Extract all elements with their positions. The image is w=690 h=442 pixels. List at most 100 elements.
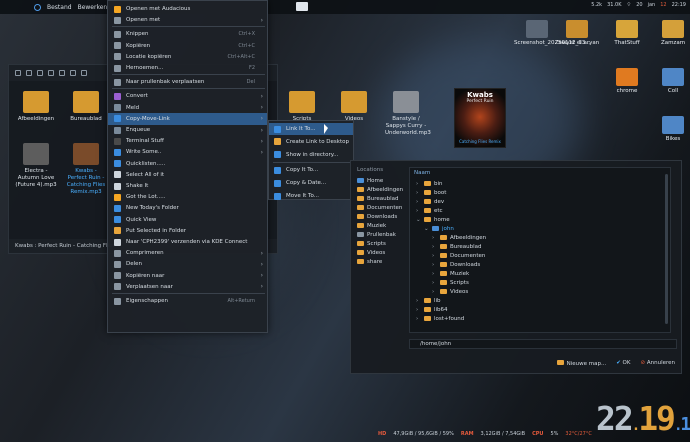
tree-row[interactable]: › Afbeeldingen (414, 233, 666, 242)
menu-item[interactable]: Put Selected in Folder (108, 225, 267, 237)
menu-item[interactable]: Locatie kopiëren Ctrl+Alt+C (108, 51, 267, 63)
menu-item[interactable]: Quick View (108, 214, 267, 226)
chevron-down-icon[interactable]: ⌄ (416, 217, 421, 223)
desktop-icon[interactable]: chrome (604, 68, 650, 95)
album-art-thumbnail[interactable]: Kwabs Perfect Ruin Catching Flies Remix (454, 88, 506, 148)
menu-item[interactable]: Quicklisten..... (108, 158, 267, 170)
file-tile[interactable]: Videos (333, 91, 375, 123)
menu-item[interactable]: Hernoemen... F2 (108, 62, 267, 74)
tree-row[interactable]: › bin (414, 179, 666, 188)
toolbar-icon[interactable] (15, 70, 21, 76)
wifi-icon[interactable]: ⌔ (627, 2, 632, 8)
tree-row[interactable]: › lost+found (414, 314, 666, 323)
chevron-right-icon[interactable]: › (416, 307, 421, 313)
tree-row[interactable]: › boot (414, 188, 666, 197)
toolbar-icon[interactable] (70, 70, 76, 76)
file-tile[interactable]: Scripts (281, 91, 323, 123)
chevron-right-icon[interactable]: › (416, 316, 421, 322)
clock-time[interactable]: 22:19 (672, 2, 686, 8)
menu-item[interactable]: Enqueue › (108, 124, 267, 136)
menu-item[interactable]: Openen met Audacious (108, 3, 267, 15)
window-thumbnail-icon[interactable] (296, 2, 308, 11)
tree-row[interactable]: › Downloads (414, 260, 666, 269)
chevron-right-icon[interactable]: › (432, 253, 437, 259)
location-item[interactable]: Home (357, 176, 409, 185)
tree-row[interactable]: › lib64 (414, 305, 666, 314)
location-item[interactable]: Muziek (357, 221, 409, 230)
path-input[interactable]: /home/john (409, 339, 677, 349)
menu-item[interactable]: Naar 'CPH2399' verzenden via KDE Connect (108, 236, 267, 248)
file-tile[interactable]: Kwabs - Perfect Ruin - Catching Flies Re… (65, 143, 107, 196)
file-tile[interactable]: Electra - Autumn Love (Future 4).mp3 (15, 143, 57, 189)
tree-row[interactable]: › Muziek (414, 269, 666, 278)
chevron-right-icon[interactable]: › (432, 289, 437, 295)
chevron-right-icon[interactable]: › (432, 262, 437, 268)
menu-item[interactable]: Naar prullenbak verplaatsen Del (108, 76, 267, 88)
location-item[interactable]: Afbeeldingen (357, 185, 409, 194)
submenu-item[interactable]: Create Link to Desktop (269, 136, 353, 148)
tree-row[interactable]: › etc (414, 206, 666, 215)
file-tile[interactable]: Banstyle / Sappys Curry - Underworld.mp3 (385, 91, 431, 137)
menu-item[interactable]: Delen › (108, 258, 267, 270)
tree-row[interactable]: ⌄ john (414, 224, 666, 233)
toolbar-icon[interactable] (59, 70, 65, 76)
submenu-item[interactable]: Link It To... (269, 123, 353, 135)
desktop-icon[interactable]: Bikes (650, 116, 690, 143)
chevron-down-icon[interactable]: ⌄ (424, 226, 429, 232)
file-tile[interactable]: Afbeeldingen (15, 91, 57, 123)
tree-row[interactable]: › Scripts (414, 278, 666, 287)
chevron-right-icon[interactable]: › (416, 208, 421, 214)
tree-row[interactable]: › Documenten (414, 251, 666, 260)
chevron-right-icon[interactable]: › (432, 271, 437, 277)
file-tile[interactable]: Bureaublad (65, 91, 107, 123)
cancel-button[interactable]: ⊘ Annuleren (640, 360, 675, 367)
menu-item[interactable]: Verplaatsen naar › (108, 281, 267, 293)
menu-bewerken[interactable]: Bewerken (78, 4, 108, 11)
toolbar-icon[interactable] (26, 70, 32, 76)
menu-item[interactable]: Copy-Move-Link › (108, 112, 267, 125)
menu-item[interactable]: Got the Lot..... (108, 191, 267, 203)
chevron-right-icon[interactable]: › (432, 235, 437, 241)
location-item[interactable]: Downloads (357, 212, 409, 221)
submenu-item[interactable]: Copy & Date... (269, 177, 353, 189)
new-folder-button[interactable]: Nieuwe map... (556, 360, 606, 367)
location-item[interactable]: share (357, 257, 409, 266)
desktop-icon[interactable]: ThatStuff (604, 20, 650, 47)
tree-row[interactable]: ⌄ home (414, 215, 666, 224)
location-item[interactable]: Documenten (357, 203, 409, 212)
menu-item[interactable]: Eigenschappen Alt+Return (108, 295, 267, 307)
submenu-item[interactable]: Show in directory... (269, 149, 353, 161)
desktop-icon[interactable]: Zamzam (650, 20, 690, 47)
tree-header[interactable]: Naam (414, 170, 666, 179)
menu-item[interactable]: New Today's Folder (108, 202, 267, 214)
menu-icon[interactable] (34, 3, 41, 11)
menu-item[interactable]: Convert › (108, 90, 267, 102)
submenu-item[interactable]: Move It To... (269, 190, 353, 202)
chevron-right-icon[interactable]: › (432, 244, 437, 250)
chevron-right-icon[interactable]: › (416, 190, 421, 196)
tree-row[interactable]: › lib (414, 296, 666, 305)
menu-item[interactable]: Select All of it (108, 169, 267, 181)
location-item[interactable]: Bureaublad (357, 194, 409, 203)
menu-item[interactable]: Knippen Ctrl+X (108, 28, 267, 40)
menu-item[interactable]: Openen met › (108, 14, 267, 26)
chevron-right-icon[interactable]: › (416, 181, 421, 187)
desktop-icon[interactable]: Zawyet el aryan (554, 20, 600, 47)
desktop-icon[interactable]: Coll (650, 68, 690, 95)
menu-item[interactable]: Meld › (108, 102, 267, 114)
menu-item[interactable]: Kopiëren naar › (108, 270, 267, 282)
tree-row[interactable]: › Bureaublad (414, 242, 666, 251)
location-item[interactable]: Videos (357, 248, 409, 257)
menu-bestand[interactable]: Bestand (47, 4, 72, 11)
tree-scrollbar[interactable] (665, 174, 668, 324)
tree-row[interactable]: › dev (414, 197, 666, 206)
submenu-item[interactable]: Copy It To... (269, 164, 353, 176)
toolbar-icon[interactable] (37, 70, 43, 76)
menu-item[interactable]: Kopiëren Ctrl+C (108, 40, 267, 52)
menu-item[interactable]: Comprimeren › (108, 247, 267, 259)
chevron-right-icon[interactable]: › (432, 280, 437, 286)
tree-row[interactable]: › Videos (414, 287, 666, 296)
location-item[interactable]: Scripts (357, 239, 409, 248)
ok-button[interactable]: ✔ OK (616, 360, 630, 367)
toolbar-icon[interactable] (81, 70, 87, 76)
